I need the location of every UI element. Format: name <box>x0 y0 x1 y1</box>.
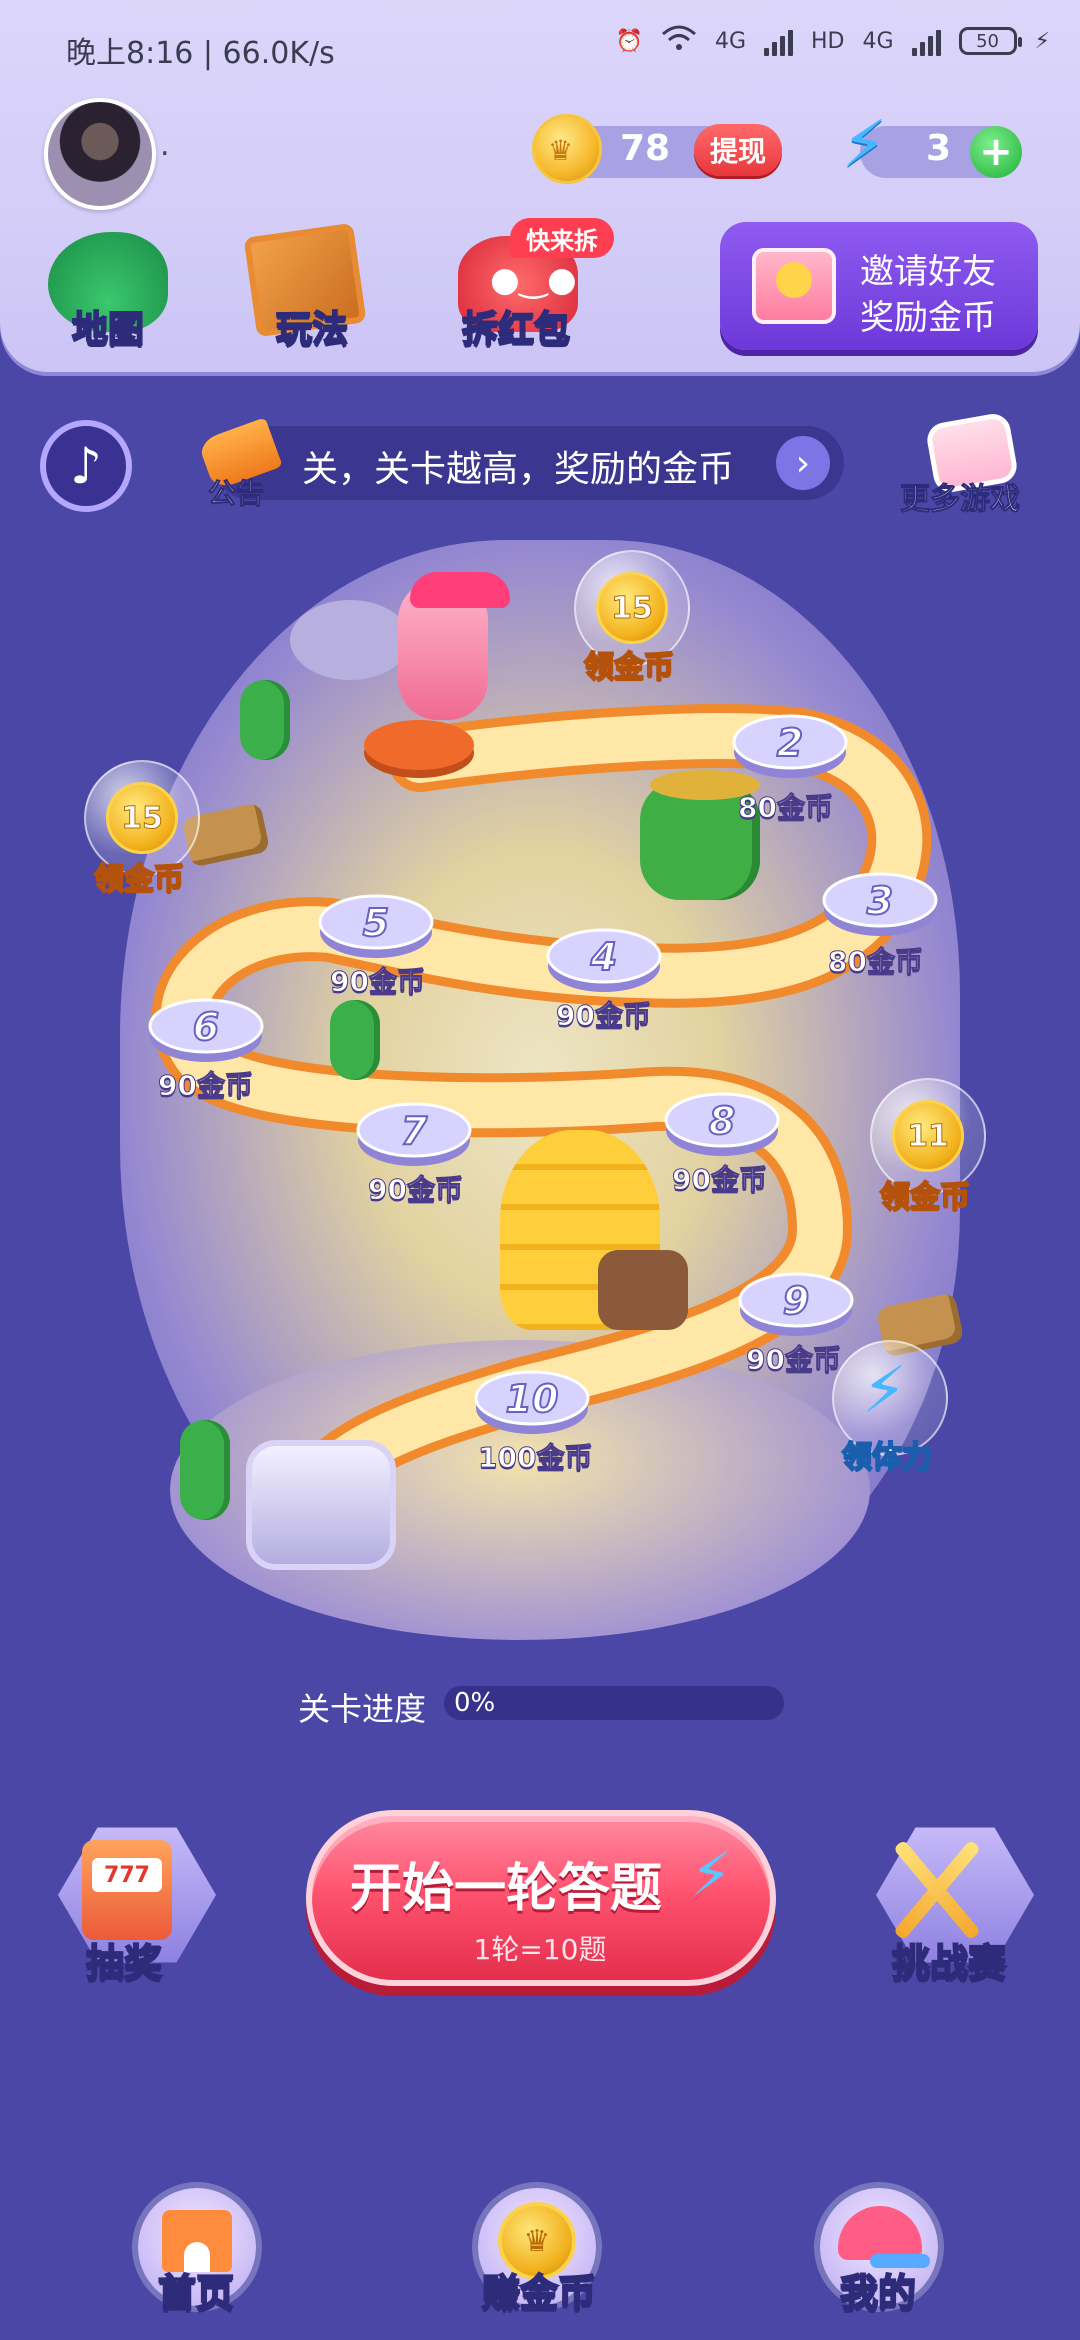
level-6-reward: 90金币 <box>158 1069 254 1103</box>
level-node-6[interactable]: 6 <box>148 998 264 1062</box>
level-9-reward: 90金币 <box>746 1343 842 1377</box>
level-node-5[interactable]: 5 <box>318 894 434 958</box>
level-number: 4 <box>590 935 617 979</box>
level-number: 6 <box>193 1005 219 1049</box>
level-7-reward: 90金币 <box>368 1173 464 1207</box>
progress-label: 关卡进度 <box>298 1690 427 1728</box>
challenge-label[interactable]: 挑战赛 <box>891 1932 1007 1987</box>
level-10-reward: 100金币 <box>477 1441 593 1475</box>
bonus-coin: 15 <box>596 572 668 644</box>
level-number: 5 <box>363 901 389 945</box>
start-quiz-title: 开始一轮答题 <box>350 1859 663 1919</box>
level-node-10[interactable]: 10 <box>474 1370 590 1434</box>
level-2-reward: 80金币 <box>738 791 834 825</box>
level-number: 2 <box>777 721 803 765</box>
level-3-reward: 80金币 <box>828 945 924 979</box>
level-node-9[interactable]: 9 <box>738 1272 854 1336</box>
energy-bubble-label: 领体力 <box>841 1439 933 1476</box>
bonus-coin: 15 <box>106 782 178 854</box>
level-node-4[interactable]: 4 <box>546 928 662 992</box>
nav-mine-label[interactable]: 我的 <box>839 2262 917 2317</box>
level-5-reward: 90金币 <box>330 965 426 999</box>
nav-earn-label[interactable]: 赚金币 <box>481 2262 597 2317</box>
level-number: 10 <box>506 1377 559 1421</box>
bonus-label: 领金币 <box>583 649 675 686</box>
level-8-reward: 90金币 <box>672 1163 768 1197</box>
level-4-reward: 90金币 <box>556 999 652 1033</box>
level-node-3[interactable]: 3 <box>822 872 938 936</box>
level-node-7[interactable]: 7 <box>356 1102 472 1166</box>
bonus-coin: 11 <box>892 1100 964 1172</box>
lightning-icon: ⚡ <box>690 1840 733 1910</box>
nav-home-label[interactable]: 首页 <box>157 2262 235 2317</box>
level-number: 7 <box>401 1109 428 1153</box>
level-number: 8 <box>709 1099 735 1143</box>
level-node-8[interactable]: 8 <box>664 1092 780 1156</box>
lightning-icon: ⚡ <box>862 1354 907 1428</box>
progress-value: 0% <box>454 1688 496 1718</box>
bonus-label: 领金币 <box>879 1179 971 1216</box>
slot-window: 777 <box>92 1858 162 1892</box>
level-node-2[interactable]: 2 <box>732 714 848 778</box>
level-number: 9 <box>783 1279 809 1323</box>
level-number: 3 <box>867 879 893 923</box>
bonus-label: 领金币 <box>93 861 185 898</box>
